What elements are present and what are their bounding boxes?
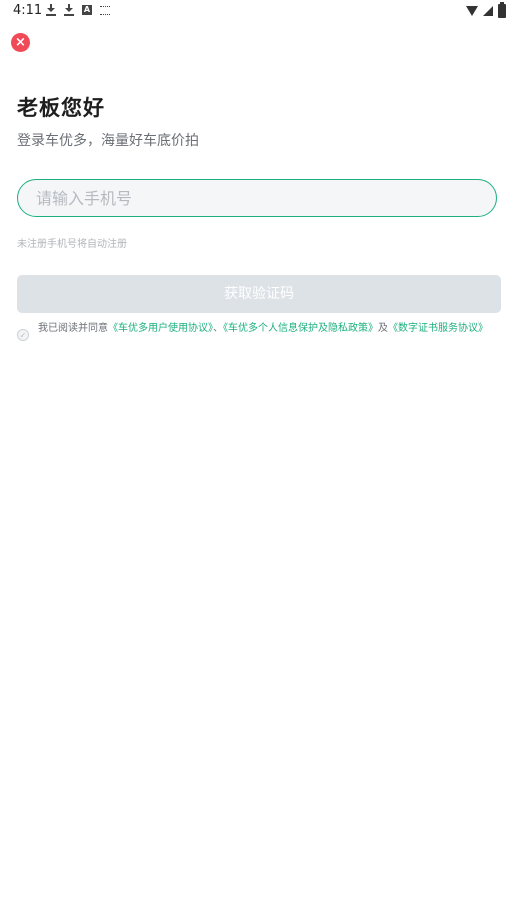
close-icon[interactable]: ×	[11, 33, 30, 52]
agreement-text: 我已阅读并同意《车优多用户使用协议》、《车优多个人信息保护及隐私政策》及《数字证…	[38, 321, 502, 336]
user-agreement-link[interactable]: 《车优多用户使用协议》	[108, 323, 213, 334]
cellular-signal-icon	[483, 6, 493, 16]
app-notification-icon: A	[82, 5, 92, 15]
get-code-button[interactable]: 获取验证码	[17, 275, 501, 313]
download-icon	[64, 4, 74, 16]
system-icons	[466, 2, 506, 18]
auto-register-hint: 未注册手机号将自动注册	[17, 239, 127, 250]
page-title: 老板您好	[17, 96, 105, 120]
privacy-policy-link[interactable]: 《车优多个人信息保护及隐私政策》	[223, 323, 378, 334]
phone-input[interactable]	[17, 179, 497, 217]
certificate-agreement-link[interactable]: 《数字证书服务协议》	[388, 323, 488, 334]
wifi-icon	[466, 6, 478, 16]
agreement-and: 及	[378, 323, 388, 334]
battery-icon	[498, 2, 506, 18]
download-icon	[46, 4, 56, 16]
page-subtitle: 登录车优多，海量好车底价拍	[17, 133, 199, 149]
agreement-checkbox[interactable]: ✓	[17, 329, 29, 341]
notification-icons: A	[46, 4, 110, 16]
status-bar: 4:11 A	[0, 0, 518, 22]
agreement-prefix: 我已阅读并同意	[38, 323, 108, 334]
keyboard-icon	[100, 5, 110, 15]
status-time: 4:11	[13, 3, 43, 18]
agreement-separator: 、	[213, 323, 223, 334]
